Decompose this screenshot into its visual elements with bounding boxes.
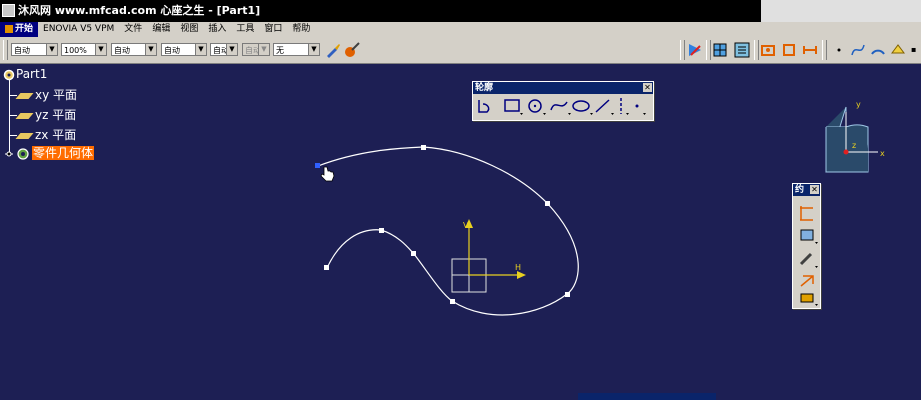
profile-icon[interactable] bbox=[478, 100, 490, 113]
color-combo[interactable]: 自动 ▼ bbox=[11, 43, 58, 56]
layer-combo[interactable]: 无 ▼ bbox=[273, 43, 320, 56]
point-icon[interactable] bbox=[635, 104, 647, 116]
snap-to-point-icon[interactable] bbox=[733, 41, 751, 59]
construction-element-icon[interactable] bbox=[759, 41, 777, 59]
chevron-down-icon: ▼ bbox=[145, 44, 156, 55]
constraint-toolbar-title[interactable]: 约 ✕ bbox=[793, 184, 820, 196]
menu-insert[interactable]: 插入 bbox=[203, 22, 231, 37]
toolbar-grip[interactable] bbox=[3, 40, 8, 60]
menu-file[interactable]: 文件 bbox=[119, 22, 147, 37]
toolbar-grip[interactable] bbox=[680, 40, 685, 60]
spline-icon[interactable] bbox=[550, 101, 571, 115]
spline-control-points bbox=[324, 145, 570, 304]
chevron-down-icon: ▼ bbox=[46, 44, 57, 55]
contact-constraint-icon[interactable] bbox=[800, 229, 818, 244]
profile-tools bbox=[478, 98, 647, 116]
menu-help[interactable]: 帮助 bbox=[287, 22, 315, 37]
v-axis-label: V bbox=[463, 221, 469, 230]
line-thickness-combo[interactable]: 自动 ▼ bbox=[111, 43, 157, 56]
control-point[interactable] bbox=[421, 145, 426, 150]
control-point[interactable] bbox=[411, 251, 416, 256]
sketch-grid-icon[interactable] bbox=[711, 41, 729, 59]
menu-window[interactable]: 窗口 bbox=[259, 22, 287, 37]
axis-icon[interactable] bbox=[620, 98, 629, 115]
menu-enovia[interactable]: ENOVIA V5 VPM bbox=[38, 22, 119, 37]
hand-cursor-icon bbox=[320, 166, 335, 182]
control-point[interactable] bbox=[450, 299, 455, 304]
compass-widget[interactable] bbox=[825, 106, 878, 173]
selected-control-point[interactable] bbox=[315, 163, 320, 168]
graphic-properties-toolbar: 自动 ▼ 100% ▼ 自动 ▼ 自动 ▼ 自动 ▼ 自动 ▼ 无 ▼ ▪ bbox=[0, 37, 921, 64]
line-type-combo[interactable]: 自动 ▼ bbox=[161, 43, 207, 56]
title-bar-right-area bbox=[761, 0, 921, 22]
compass-x-label: x bbox=[880, 149, 885, 158]
control-point[interactable] bbox=[324, 265, 329, 270]
project-3d-icon[interactable] bbox=[889, 41, 907, 59]
menu-bar: 开始 ENOVIA V5 VPM 文件 编辑 视图 插入 工具 窗口 帮助 bbox=[0, 22, 921, 37]
close-icon[interactable]: ✕ bbox=[643, 83, 652, 92]
exit-workbench-icon[interactable] bbox=[686, 41, 704, 59]
properties-painter-icon[interactable] bbox=[343, 41, 361, 59]
spline-curve-upper bbox=[317, 146, 579, 316]
chevron-down-icon: ▼ bbox=[308, 44, 319, 55]
line-icon[interactable] bbox=[595, 99, 614, 115]
h-axis-label: H bbox=[515, 263, 521, 272]
menu-edit[interactable]: 编辑 bbox=[147, 22, 175, 37]
constraint-tools bbox=[799, 206, 818, 306]
constraint-icon[interactable] bbox=[800, 206, 813, 221]
fix-together-icon[interactable] bbox=[799, 252, 818, 268]
chevron-down-icon: ▼ bbox=[95, 44, 106, 55]
profile-toolbar-title[interactable]: 轮廓 ✕ bbox=[473, 82, 653, 94]
chevron-down-icon: ▼ bbox=[195, 44, 206, 55]
window-title-bar: 沐风网 www.mfcad.com 心座之生 - [Part1] bbox=[0, 0, 921, 22]
dimensional-constraints-icon[interactable] bbox=[801, 41, 819, 59]
menu-view[interactable]: 视图 bbox=[175, 22, 203, 37]
control-point[interactable] bbox=[565, 292, 570, 297]
point-icon[interactable] bbox=[830, 41, 848, 59]
disabled-combo: 自动 ▼ bbox=[242, 43, 270, 56]
profile-toolbar: 轮廓 ✕ bbox=[472, 81, 654, 121]
constraint-toolbar: 约 ✕ bbox=[792, 183, 821, 309]
point-type-combo[interactable]: 自动 ▼ bbox=[210, 43, 238, 56]
chevron-down-icon: ▼ bbox=[226, 44, 237, 55]
menu-start[interactable]: 开始 bbox=[0, 22, 39, 37]
rectangle-icon[interactable] bbox=[504, 99, 523, 115]
menu-tools[interactable]: 工具 bbox=[231, 22, 259, 37]
app-icon bbox=[2, 3, 15, 17]
spline-icon[interactable] bbox=[849, 41, 867, 59]
animate-constraint-icon[interactable] bbox=[800, 293, 818, 306]
paintbrush-icon[interactable] bbox=[324, 41, 342, 59]
geometric-constraints-icon[interactable] bbox=[780, 41, 798, 59]
arc-icon[interactable] bbox=[869, 41, 887, 59]
control-point[interactable] bbox=[545, 201, 550, 206]
toolbar-overflow[interactable]: ▪ bbox=[911, 45, 916, 54]
sketch-canvas[interactable]: V H y z x bbox=[0, 64, 921, 400]
control-point[interactable] bbox=[379, 228, 384, 233]
circle-icon[interactable] bbox=[528, 99, 546, 115]
close-icon[interactable]: ✕ bbox=[810, 185, 819, 194]
compass-z-label: z bbox=[852, 141, 856, 150]
transparency-combo[interactable]: 100% ▼ bbox=[61, 43, 107, 56]
chevron-down-icon: ▼ bbox=[258, 44, 269, 55]
spline-curve-lower bbox=[326, 229, 453, 302]
bottom-floating-toolbar[interactable] bbox=[578, 393, 716, 400]
window-title: 沐风网 www.mfcad.com 心座之生 - [Part1] bbox=[18, 4, 261, 17]
ellipse-icon[interactable] bbox=[572, 100, 593, 115]
auto-constraint-icon[interactable] bbox=[800, 275, 814, 287]
compass-y-label: y bbox=[856, 100, 861, 109]
toolbar-grip[interactable] bbox=[822, 40, 827, 60]
start-icon bbox=[5, 24, 13, 33]
